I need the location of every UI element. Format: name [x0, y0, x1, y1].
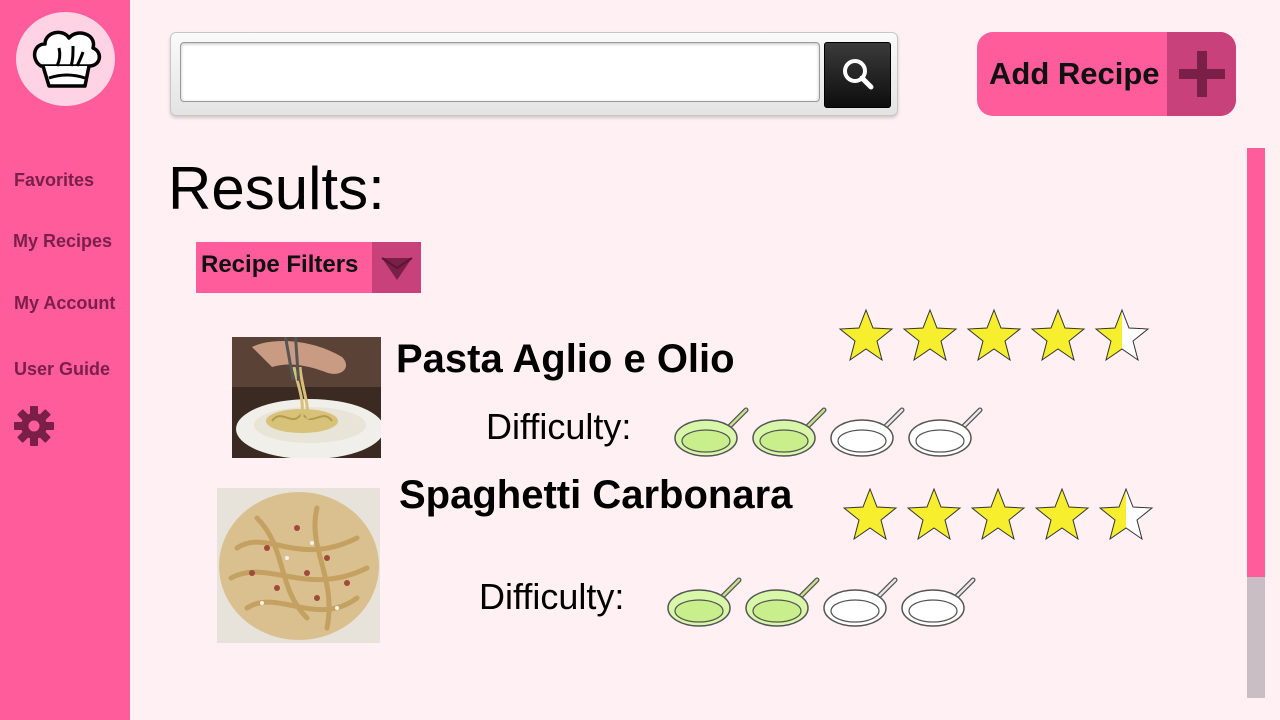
sidebar-item-user-guide[interactable]: User Guide — [14, 359, 110, 380]
star-icon — [1094, 308, 1150, 362]
pan-empty-icon — [830, 407, 905, 457]
sidebar-item-favorites[interactable]: Favorites — [14, 170, 94, 191]
difficulty-label: Difficulty: — [479, 576, 625, 617]
star-icon — [902, 308, 958, 362]
difficulty-pans — [667, 574, 977, 630]
sidebar-item-my-account[interactable]: My Account — [14, 293, 115, 314]
add-recipe-label: Add Recipe — [989, 56, 1160, 91]
pan-filled-icon — [745, 577, 820, 627]
plus-icon — [1167, 32, 1236, 116]
difficulty-pans — [674, 404, 984, 460]
star-icon — [970, 487, 1026, 541]
pan-empty-icon — [901, 577, 976, 627]
recipe-image-spaghetti-carbonara[interactable] — [217, 488, 380, 643]
scrollbar-thumb[interactable] — [1247, 148, 1265, 577]
star-icon — [1034, 487, 1090, 541]
star-icon — [1098, 487, 1154, 541]
search-bar — [170, 32, 898, 116]
difficulty-label: Difficulty: — [486, 406, 632, 447]
pan-filled-icon — [752, 407, 827, 457]
search-icon — [842, 59, 873, 90]
pan-filled-icon — [674, 407, 749, 457]
pan-empty-icon — [823, 577, 898, 627]
search-button[interactable] — [824, 42, 891, 108]
recipe-filters-label: Recipe Filters — [201, 251, 359, 278]
triangle-down-icon — [372, 242, 421, 293]
pan-filled-icon — [667, 577, 742, 627]
search-input[interactable] — [180, 42, 820, 102]
sidebar: Favorites My Recipes My Account User Gui… — [0, 0, 130, 720]
rating-stars — [842, 487, 1154, 543]
star-icon — [906, 487, 962, 541]
recipe-title[interactable]: Pasta Aglio e Olio — [396, 337, 735, 382]
rating-stars — [838, 308, 1150, 364]
sidebar-item-my-recipes[interactable]: My Recipes — [13, 231, 112, 252]
star-icon — [838, 308, 894, 362]
recipe-image-pasta-aglio-e-olio[interactable] — [232, 336, 384, 459]
star-icon — [966, 308, 1022, 362]
page-title: Results: — [168, 155, 385, 222]
chef-hat-icon[interactable] — [16, 12, 115, 106]
gear-icon[interactable] — [12, 404, 56, 448]
pan-empty-icon — [908, 407, 983, 457]
add-recipe-button[interactable]: Add Recipe — [977, 32, 1236, 116]
star-icon — [1030, 308, 1086, 362]
recipe-filters-dropdown[interactable]: Recipe Filters — [196, 242, 421, 293]
recipe-title[interactable]: Spaghetti Carbonara — [399, 473, 792, 518]
star-icon — [842, 487, 898, 541]
scrollbar[interactable] — [1247, 148, 1265, 698]
